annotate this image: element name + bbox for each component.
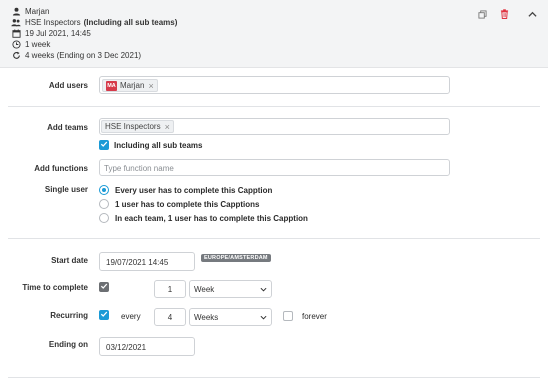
recurring-unit-select[interactable]: Weeks	[189, 308, 272, 326]
summary-recurrence-row: 4 weeks (Ending on 3 Dec 2021)	[11, 50, 141, 61]
summary-date-row: 19 Jul 2021, 14:45	[11, 28, 91, 39]
team-chip-label: HSE Inspectors	[105, 122, 161, 131]
summary-duration-row: 1 week	[11, 39, 50, 50]
avatar: MA	[106, 80, 117, 91]
radio-every-user-label: Every user has to complete this Capption	[115, 186, 273, 195]
start-date-value: 19/07/2021 14:45	[106, 258, 169, 267]
add-functions-input[interactable]: Type function name	[99, 159, 450, 176]
summary-team-row: HSE Inspectors (Including all sub teams)	[11, 17, 177, 28]
checkmark-icon	[100, 282, 108, 292]
section-divider	[8, 377, 540, 378]
include-sub-teams-label: Including all sub teams	[114, 141, 203, 150]
chevron-down-icon	[260, 285, 267, 294]
chevron-down-icon	[260, 313, 267, 322]
recurring-amount[interactable]: 4	[154, 308, 186, 326]
radio-one-per-team[interactable]	[99, 213, 109, 223]
time-to-complete-label: Time to complete	[22, 283, 88, 292]
radio-every-user[interactable]	[99, 185, 109, 195]
include-sub-teams-checkbox[interactable]	[99, 140, 109, 150]
add-users-label: Add users	[48, 81, 88, 90]
duplicate-button[interactable]	[476, 9, 488, 21]
summary-user-row: Marjan	[11, 6, 49, 17]
add-functions-placeholder: Type function name	[104, 164, 174, 173]
checkmark-icon	[100, 140, 108, 150]
calendar-icon	[11, 29, 21, 39]
delete-button[interactable]	[498, 9, 510, 21]
single-user-label: Single user	[44, 185, 88, 194]
forever-checkbox[interactable]	[283, 311, 293, 321]
remove-team-chip-icon[interactable]: ×	[165, 122, 170, 132]
user-icon	[11, 7, 21, 17]
checkmark-icon	[100, 310, 108, 320]
team-chip: HSE Inspectors ×	[101, 120, 174, 133]
recurring-checkbox[interactable]	[99, 310, 109, 320]
recurring-every-label: every	[121, 312, 141, 321]
add-teams-label: Add teams	[47, 123, 88, 132]
summary-recurrence: 4 weeks (Ending on 3 Dec 2021)	[25, 51, 142, 60]
ending-on-label: Ending on	[48, 340, 88, 349]
copy-icon	[477, 9, 487, 21]
collapse-button[interactable]	[526, 9, 538, 21]
start-date-label: Start date	[51, 256, 88, 265]
section-divider	[8, 238, 540, 239]
remove-user-chip-icon[interactable]: ×	[148, 81, 153, 91]
user-chip-label: Marjan	[120, 81, 145, 90]
user-chip: MA Marjan ×	[102, 79, 158, 92]
radio-one-user-label: 1 user has to complete this Capptions	[115, 200, 260, 209]
radio-one-user[interactable]	[99, 199, 109, 209]
summary-team-suffix: (Including all sub teams)	[83, 18, 178, 27]
chevron-up-icon	[527, 10, 537, 20]
trash-icon	[500, 9, 509, 21]
timezone-badge: EUROPE/AMSTERDAM	[201, 254, 271, 262]
forever-label: forever	[302, 312, 327, 321]
time-to-complete-checkbox[interactable]	[99, 282, 109, 292]
recurring-label: Recurring	[50, 311, 88, 320]
recurring-unit-value: Weeks	[194, 312, 219, 322]
summary-user: Marjan	[25, 7, 50, 16]
summary-datetime: 19 Jul 2021, 14:45	[25, 29, 91, 38]
ending-on-input[interactable]: 03/12/2021	[99, 337, 195, 356]
time-to-complete-unit-value: Week	[194, 284, 215, 294]
summary-duration: 1 week	[25, 40, 51, 49]
repeat-icon	[11, 51, 21, 61]
team-icon	[11, 18, 21, 28]
summary-panel: Marjan HSE Inspectors (Including all sub…	[0, 0, 548, 68]
ending-on-value: 03/12/2021	[106, 343, 147, 352]
time-to-complete-unit-select[interactable]: Week	[189, 280, 272, 298]
radio-one-per-team-label: In each team, 1 user has to complete thi…	[115, 214, 308, 223]
summary-team-name: HSE Inspectors	[25, 18, 81, 27]
clock-icon	[11, 40, 21, 50]
section-divider	[8, 106, 540, 107]
start-date-input[interactable]: 19/07/2021 14:45	[99, 252, 195, 271]
add-functions-label: Add functions	[34, 164, 88, 173]
time-to-complete-amount[interactable]: 1	[154, 280, 186, 298]
